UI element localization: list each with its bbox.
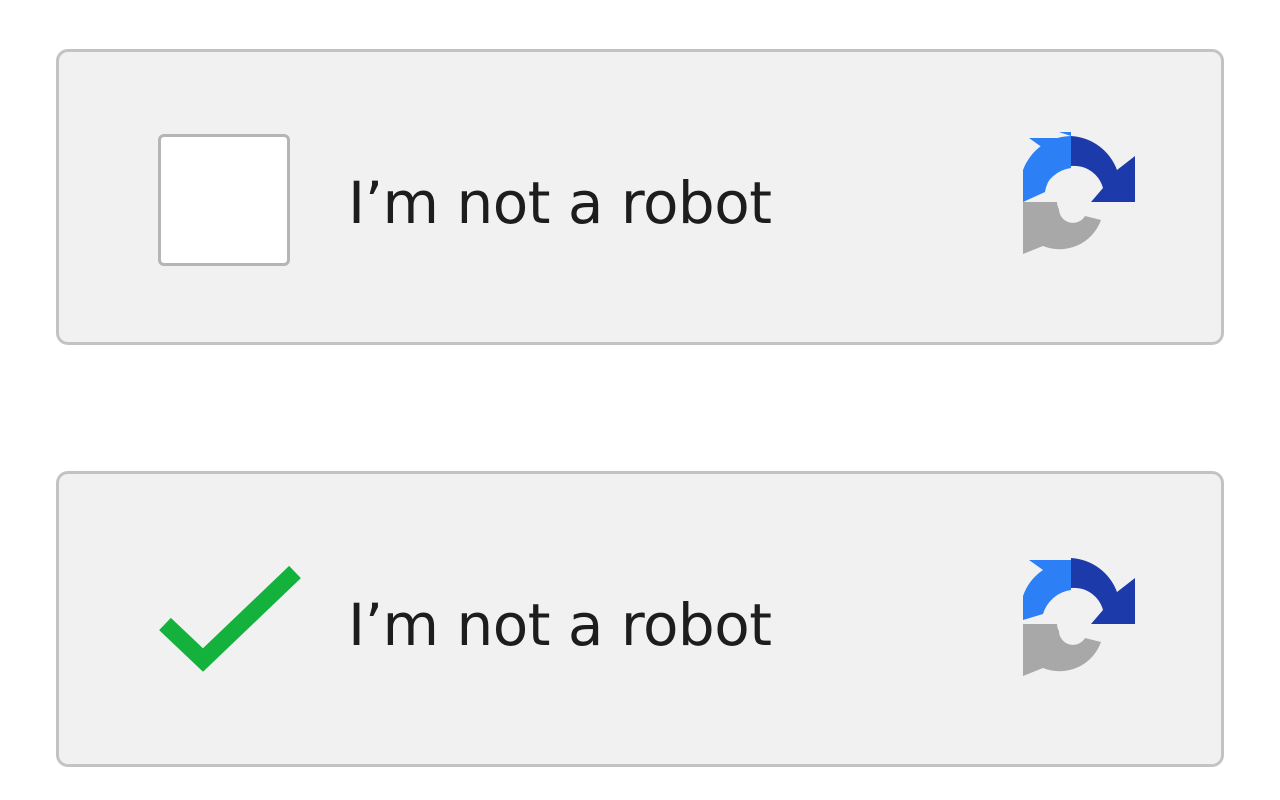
recaptcha-label: I’m not a robot (348, 169, 772, 237)
recaptcha-checkbox[interactable] (158, 134, 290, 266)
recaptcha-icon (1023, 558, 1135, 676)
recaptcha-icon (1023, 132, 1135, 254)
recaptcha-widget-unchecked: I’m not a robot (56, 49, 1224, 345)
recaptcha-label: I’m not a robot (348, 591, 772, 659)
checkmark-icon[interactable] (155, 564, 305, 684)
recaptcha-widget-checked: I’m not a robot (56, 471, 1224, 767)
